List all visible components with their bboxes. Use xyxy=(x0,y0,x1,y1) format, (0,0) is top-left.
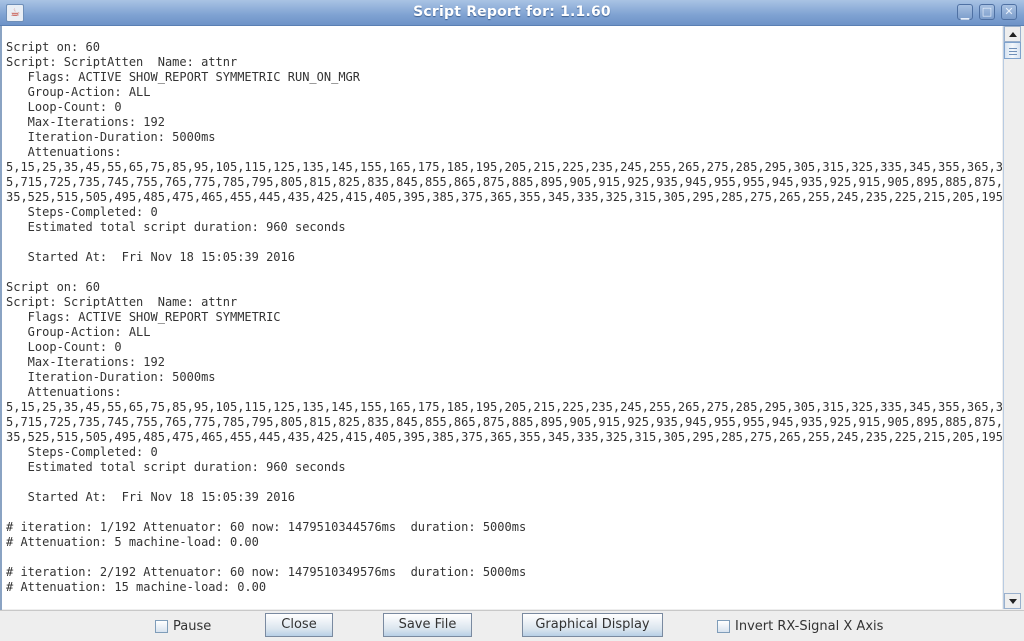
invert-rx-signal-label: Invert RX-Signal X Axis xyxy=(735,619,884,634)
pause-checkbox[interactable]: Pause xyxy=(155,619,211,634)
checkbox-box[interactable] xyxy=(717,620,730,633)
invert-rx-signal-checkbox[interactable]: Invert RX-Signal X Axis xyxy=(717,619,883,634)
report-line: # Attenuation: 15 machine-load: 0.00 xyxy=(6,580,267,594)
maximize-button[interactable]: □ xyxy=(979,4,995,20)
report-line: Script: ScriptAtten Name: attnr xyxy=(6,55,238,69)
pause-label: Pause xyxy=(173,619,212,634)
window-title: Script Report for: 1.1.60 xyxy=(413,4,611,20)
report-line: Script: ScriptAtten Name: attnr xyxy=(6,295,238,309)
report-line: Script on: 60 xyxy=(6,40,100,54)
report-line: Estimated total script duration: 960 sec… xyxy=(6,220,346,234)
report-text-area[interactable]: Script on: 60 Script: ScriptAtten Name: … xyxy=(2,26,1002,609)
graphical-display-button[interactable]: Graphical Display xyxy=(522,613,663,637)
scroll-thumb[interactable] xyxy=(1004,42,1021,59)
save-file-button[interactable]: Save File xyxy=(383,613,472,637)
report-line: 5,15,25,35,45,55,65,75,85,95,105,115,125… xyxy=(6,400,1002,414)
arrow-up-icon xyxy=(1009,32,1017,37)
close-window-button[interactable]: ✕ xyxy=(1001,4,1017,20)
scroll-up-button[interactable] xyxy=(1004,26,1021,42)
report-text: Script on: 60 Script: ScriptAtten Name: … xyxy=(6,40,1002,595)
report-line: 5,715,725,735,745,755,765,775,785,795,80… xyxy=(6,175,1002,189)
report-line: Iteration-Duration: 5000ms xyxy=(6,370,216,384)
report-line: Steps-Completed: 0 xyxy=(6,205,158,219)
close-icon: ✕ xyxy=(1004,5,1014,18)
report-line: Script on: 60 xyxy=(6,280,100,294)
report-line: 5,15,25,35,45,55,65,75,85,95,105,115,125… xyxy=(6,160,1002,174)
report-line: 35,525,515,505,495,485,475,465,455,445,4… xyxy=(6,190,1002,204)
minimize-icon: ▁ xyxy=(960,7,970,20)
minimize-button[interactable]: ▁ xyxy=(957,4,973,20)
report-line: # Attenuation: 5 machine-load: 0.00 xyxy=(6,535,259,549)
close-button[interactable]: Close xyxy=(265,613,333,637)
report-line: Attenuations: xyxy=(6,145,122,159)
report-line: Steps-Completed: 0 xyxy=(6,445,158,459)
vertical-scrollbar[interactable] xyxy=(1003,26,1021,609)
report-line: Iteration-Duration: 5000ms xyxy=(6,130,216,144)
report-line: Max-Iterations: 192 xyxy=(6,115,165,129)
arrow-down-icon xyxy=(1009,599,1017,604)
report-line: Flags: ACTIVE SHOW_REPORT SYMMETRIC xyxy=(6,310,281,324)
button-bar: Pause Close Save File Graphical Display … xyxy=(0,610,1024,641)
report-line: Flags: ACTIVE SHOW_REPORT SYMMETRIC RUN_… xyxy=(6,70,361,84)
checkbox-box[interactable] xyxy=(155,620,168,633)
scroll-down-button[interactable] xyxy=(1004,593,1021,609)
report-line: Group-Action: ALL xyxy=(6,85,151,99)
report-line: Estimated total script duration: 960 sec… xyxy=(6,460,346,474)
report-line: # iteration: 1/192 Attenuator: 60 now: 1… xyxy=(6,520,527,534)
report-line: Group-Action: ALL xyxy=(6,325,151,339)
report-line: 5,715,725,735,745,755,765,775,785,795,80… xyxy=(6,415,1002,429)
report-line: 35,525,515,505,495,485,475,465,455,445,4… xyxy=(6,430,1002,444)
report-line: # iteration: 2/192 Attenuator: 60 now: 1… xyxy=(6,565,527,579)
report-line: Max-Iterations: 192 xyxy=(6,355,165,369)
maximize-icon: □ xyxy=(981,5,993,18)
report-line: Started At: Fri Nov 18 15:05:39 2016 xyxy=(6,250,295,264)
report-line: Loop-Count: 0 xyxy=(6,340,122,354)
report-line: Attenuations: xyxy=(6,385,122,399)
report-line: Started At: Fri Nov 18 15:05:39 2016 xyxy=(6,490,295,504)
title-bar[interactable]: ☕ Script Report for: 1.1.60 ▁ □ ✕ xyxy=(0,0,1024,26)
report-line: Loop-Count: 0 xyxy=(6,100,122,114)
